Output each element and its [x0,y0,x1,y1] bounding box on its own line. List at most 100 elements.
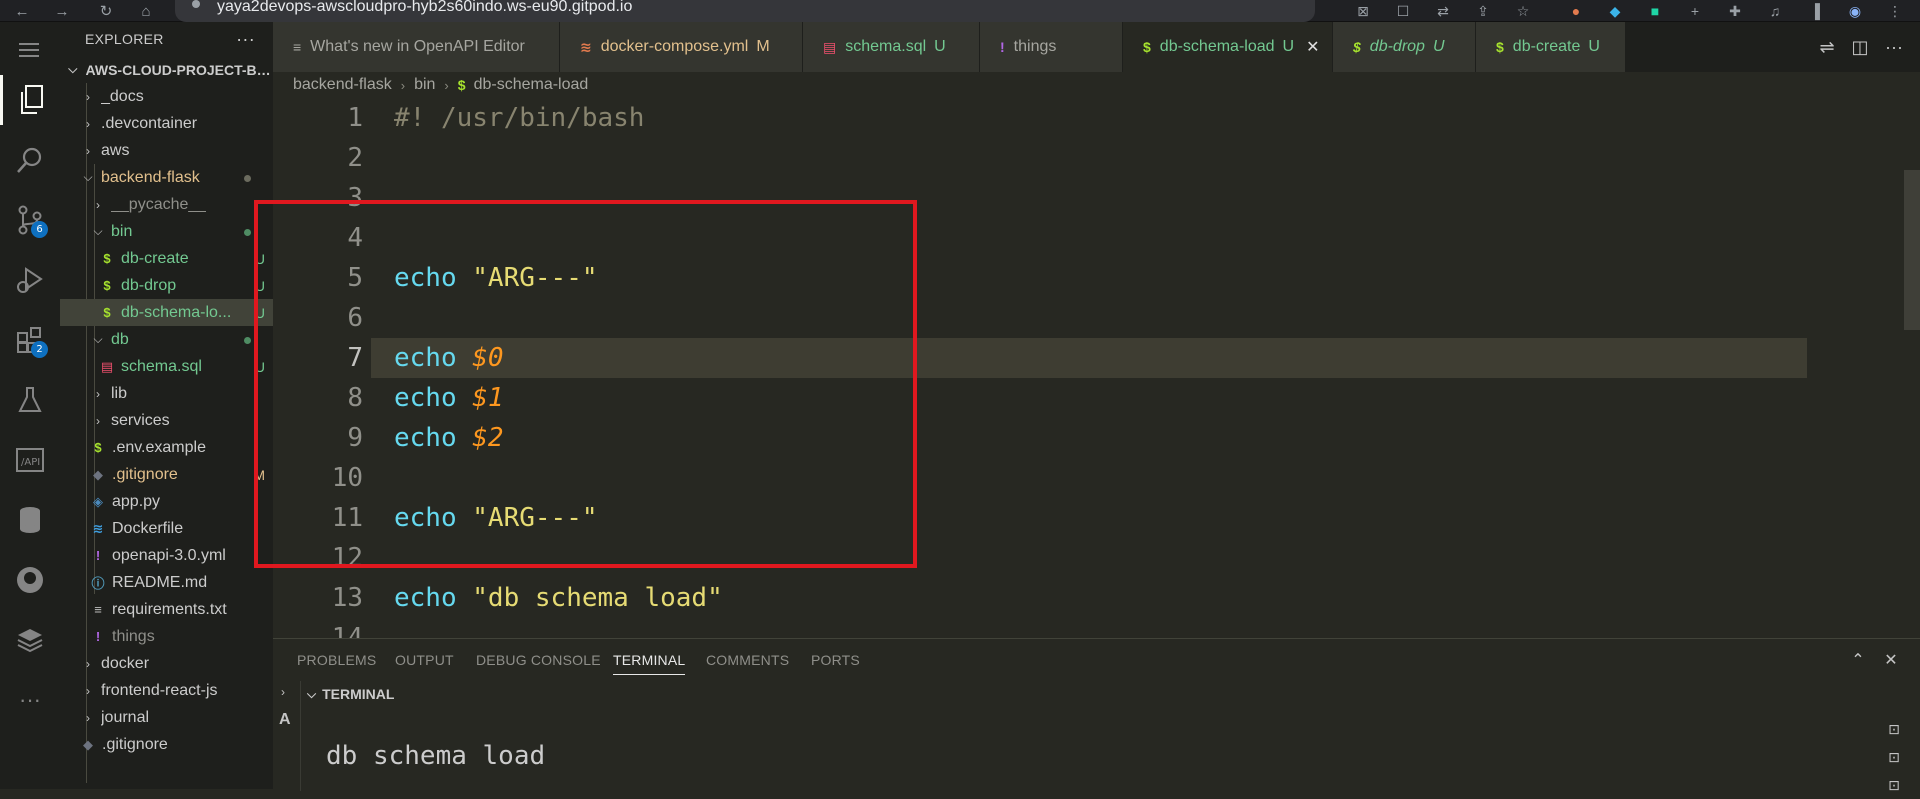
tree-label: frontend-react-js [101,681,218,699]
database-file-icon: ▤ [100,358,114,374]
tree-label: _docs [101,87,144,105]
tab-label: db-schema-load [1159,38,1275,55]
tab-comments[interactable]: COMMENTS [706,639,789,681]
tab-output[interactable]: OUTPUT [395,639,454,681]
more-actions-icon[interactable]: ··· [1877,22,1911,72]
tab-db-drop[interactable]: $ db-drop U [1333,22,1476,72]
home-icon[interactable]: ⌂ [132,0,160,22]
azure-icon[interactable]: A [279,711,291,729]
tab-ports[interactable]: PORTS [811,639,860,681]
tree-folder-docker[interactable]: › docker [60,650,273,677]
workspace-root[interactable]: ⌵ AWS-CLOUD-PROJECT-BO... [60,56,273,83]
browser-menu-icon[interactable]: ⋮ [1884,0,1906,22]
site-info-icon[interactable] [189,0,203,14]
tree-folder-frontend[interactable]: › frontend-react-js [60,677,273,704]
terminal-instance-icon[interactable]: ⊡ [1879,743,1909,771]
tab-things[interactable]: ! things [980,22,1123,72]
tree-file-openapi[interactable]: ! openapi-3.0.yml [60,542,273,569]
explorer-icon[interactable] [0,75,60,125]
terminal-instance-icon[interactable]: ⊡ [1879,715,1909,743]
tree-file-schema-sql[interactable]: ▤ schema.sql U [60,353,273,380]
docker-file-icon: ≋ [92,520,104,536]
search-icon[interactable] [0,135,60,185]
testing-flask-icon[interactable] [0,375,60,425]
database-icon[interactable] [0,495,60,545]
tree-file-db-create[interactable]: $ db-create U [60,245,273,272]
profile-avatar-icon[interactable]: ◉ [1844,0,1866,22]
breadcrumb-item[interactable]: backend-flask [293,76,392,94]
tree-folder-aws[interactable]: › aws [60,137,273,164]
extensions-puzzle-icon[interactable]: ✚ [1724,0,1746,22]
breadcrumb-item[interactable]: db-schema-load [474,76,589,94]
tab-docker-compose[interactable]: ≋ docker-compose.yml M [560,22,803,72]
tree-file-things[interactable]: ! things [60,623,273,650]
side-panel-icon[interactable]: ▐ [1804,0,1826,22]
tab-schema-sql[interactable]: ▤ schema.sql U [803,22,980,72]
extension-plus-icon[interactable]: + [1684,0,1706,22]
scrollbar-thumb[interactable] [1904,170,1920,330]
window-icon[interactable]: ☐ [1392,0,1414,22]
tree-folder-journal[interactable]: › journal [60,704,273,731]
tab-debug-console[interactable]: DEBUG CONSOLE [476,639,601,681]
explorer-more-icon[interactable]: ··· [236,29,255,50]
tree-folder-docs[interactable]: › _docs [60,83,273,110]
tree-file-app-py[interactable]: ◈ app.py [60,488,273,515]
tab-db-create[interactable]: $ db-create U [1476,22,1626,72]
shell-file-icon: $ [103,278,111,293]
extension-green-icon[interactable]: ■ [1644,0,1666,22]
forward-icon[interactable]: → [48,0,76,22]
chevron-right-icon[interactable]: › [281,685,285,699]
extension-orange-icon[interactable]: ● [1565,0,1587,22]
tree-file-db-drop[interactable]: $ db-drop U [60,272,273,299]
reload-icon[interactable]: ↻ [92,0,120,22]
open-changes-icon[interactable]: ⇌ [1810,22,1844,72]
tree-file-root-gitignore[interactable]: ◆ .gitignore [60,731,273,758]
screen-share-icon[interactable]: ⊠ [1352,0,1374,22]
extension-blue-icon[interactable]: ◆ [1604,0,1626,22]
tree-folder-devcontainer[interactable]: › .devcontainer [60,110,273,137]
tree-folder-bin[interactable]: ⌵ bin [60,218,273,245]
tab-db-schema-load[interactable]: $ db-schema-load U ✕ [1123,22,1333,72]
translate-icon[interactable]: ⇄ [1432,0,1454,22]
close-icon[interactable]: ✕ [1306,37,1319,57]
address-bar[interactable]: yaya2devops-awscloudpro-hyb2s60indo.ws-e… [175,0,1315,22]
extensions-icon[interactable]: 2 [0,315,60,365]
tree-file-gitignore[interactable]: ◆ .gitignore M [60,461,273,488]
breadcrumb-item[interactable]: bin [414,76,435,94]
terminal-instance-icon[interactable]: ⊡ [1879,771,1909,799]
tree-file-requirements[interactable]: ≡ requirements.txt [60,596,273,623]
tab-openapi-whats-new[interactable]: ≡ What's new in OpenAPI Editor [273,22,560,72]
tab-problems[interactable]: PROBLEMS [297,639,376,681]
maximize-panel-icon[interactable]: ⌃ [1845,639,1871,681]
tree-file-env-example[interactable]: $ .env.example [60,434,273,461]
tree-folder-pycache[interactable]: › __pycache__ [60,191,273,218]
terminal-section-header[interactable]: ⌵ TERMINAL [301,681,1891,707]
more-dots-icon[interactable]: ··· [0,675,60,725]
layers-icon[interactable] [0,615,60,665]
share-icon[interactable]: ⇪ [1472,0,1494,22]
bookmark-icon[interactable]: ☆ [1512,0,1534,22]
github-icon[interactable] [0,555,60,605]
tree-file-db-schema-load[interactable]: $ db-schema-lo... U [60,299,273,326]
tree-folder-backend-flask[interactable]: ⌵ backend-flask [60,164,273,191]
chevron-down-icon: ⌵ [93,224,103,238]
api-icon[interactable]: /API [0,435,60,485]
close-panel-icon[interactable]: ✕ [1878,639,1904,681]
split-editor-icon[interactable]: ◫ [1843,22,1877,72]
menu-icon[interactable] [0,25,60,75]
tree-file-readme[interactable]: ⓘ README.md [60,569,273,596]
tree-folder-db[interactable]: ⌵ db [60,326,273,353]
tree-file-dockerfile[interactable]: ≋ Dockerfile [60,515,273,542]
terminal-output[interactable]: db schema load [326,741,545,771]
tree-label: app.py [112,492,161,510]
chevron-right-icon: › [86,143,90,158]
editor-scrollbar[interactable] [1903,98,1920,638]
tree-folder-services[interactable]: › services [60,407,273,434]
tab-git-status: U [934,38,946,55]
back-icon[interactable]: ← [8,0,36,22]
source-control-icon[interactable]: 6 [0,195,60,245]
tab-terminal[interactable]: TERMINAL [613,639,686,681]
tree-folder-lib[interactable]: › lib [60,380,273,407]
media-icon[interactable]: ♫ [1764,0,1786,22]
run-debug-icon[interactable] [0,255,60,305]
